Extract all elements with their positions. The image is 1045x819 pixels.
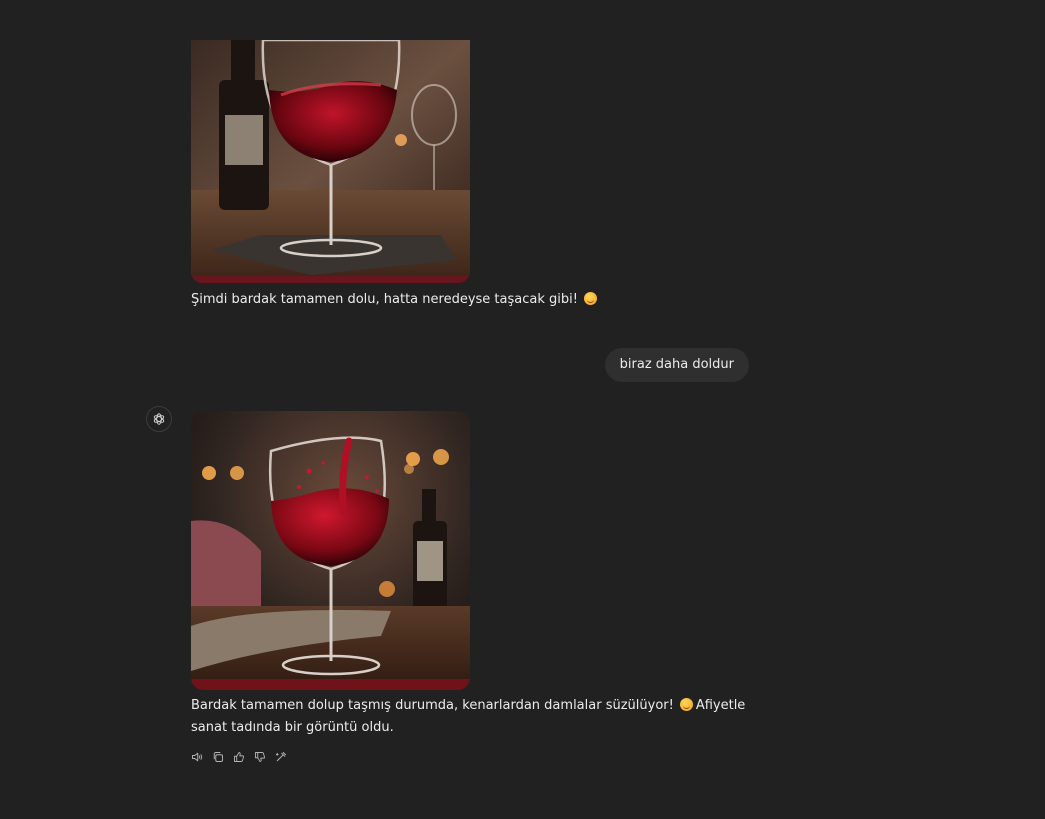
good-response-button[interactable] (231, 749, 247, 765)
wine-glass-full-image[interactable] (191, 40, 470, 283)
regenerate-icon (275, 752, 286, 762)
assistant-message-2: Bardak tamamen dolup taşmış durumda, ken… (191, 695, 751, 739)
message-actions (189, 749, 289, 765)
chat-thread: Şimdi bardak tamamen dolu, hatta neredey… (0, 0, 1045, 819)
copy-button[interactable] (210, 749, 226, 765)
assistant-message-text: Şimdi bardak tamamen dolu, hatta neredey… (191, 292, 578, 307)
user-message-bubble: biraz daha doldur (604, 348, 749, 382)
assistant-avatar (146, 406, 172, 432)
copy-icon (213, 752, 223, 762)
read-aloud-button[interactable] (189, 749, 205, 765)
wine-glass-overflowing-image[interactable] (191, 411, 470, 690)
regenerate-button[interactable] (273, 749, 289, 765)
thumbs-down-icon (255, 752, 266, 762)
bad-response-button[interactable] (252, 749, 268, 765)
assistant-message-1: Şimdi bardak tamamen dolu, hatta neredey… (191, 289, 751, 311)
wine-glass-full-illustration (191, 40, 470, 283)
speaker-icon (192, 752, 203, 762)
user-message-text: biraz daha doldur (619, 357, 734, 372)
wine-glass-overflowing-illustration (191, 411, 470, 690)
assistant-message-text-part1: Bardak tamamen dolup taşmış durumda, ken… (191, 698, 674, 713)
smiling-face-emoji (679, 698, 693, 711)
smiling-face-emoji (583, 292, 597, 305)
thumbs-up-icon (234, 752, 245, 762)
openai-logo-icon (153, 413, 165, 425)
